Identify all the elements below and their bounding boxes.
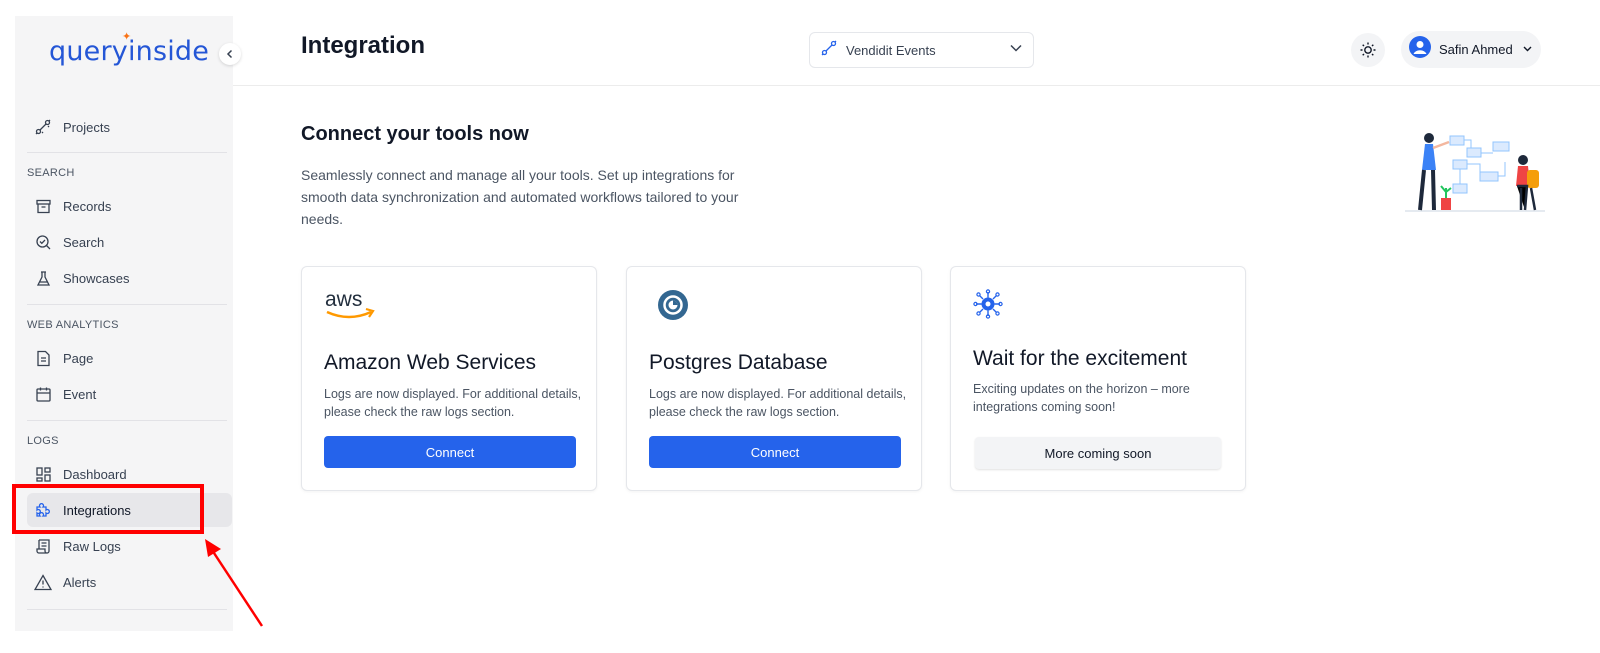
sidebar-item-label: Records [63,198,112,214]
connect-button[interactable]: Connect [649,436,901,468]
sidebar-item-page[interactable]: Page [27,341,232,375]
theme-toggle-button[interactable] [1351,33,1385,67]
sidebar-item-label: Projects [63,119,110,135]
alert-icon [27,573,59,591]
more-coming-soon-button[interactable]: More coming soon [975,437,1221,469]
card-description: Logs are now displayed. For additional d… [649,387,907,419]
chevron-down-icon [1522,41,1533,59]
app-logo[interactable]: queryinside ✦ [49,30,209,67]
project-select-value: Vendidit Events [846,42,936,58]
search-icon [27,234,59,251]
sidebar-item-label: Alerts [63,574,97,590]
section-title-logs: LOGS [27,435,59,447]
annotation-highlight-box [12,484,204,534]
flask-icon [27,270,59,287]
logo-spark-icon: ✦ [122,30,132,43]
card-title: Amazon Web Services [324,351,537,374]
plug-icon [820,39,838,62]
chevron-down-icon [1009,41,1023,60]
card-title: Wait for the excitement [973,347,1187,370]
sidebar-item-projects[interactable]: Projects [27,110,232,144]
scroll-icon [27,538,59,555]
card-title: Postgres Database [649,351,828,374]
card-description: Logs are now displayed. For additional d… [324,387,582,419]
integration-card-postgres: Postgres Database Logs are now displayed… [626,266,922,491]
sidebar-item-label: Dashboard [63,466,127,482]
section-description: Seamlessly connect and manage all your t… [301,167,739,227]
divider [27,420,227,421]
sidebar-item-label: Page [63,350,94,366]
calendar-icon [27,386,59,403]
file-icon [27,350,59,367]
section-heading: Connect your tools now [301,123,529,145]
page-title: Integration [301,32,425,59]
section-title-search: SEARCH [27,167,75,179]
sidebar-item-showcases[interactable]: Showcases [27,261,232,295]
sidebar-item-records[interactable]: Records [27,189,232,223]
divider [27,152,227,153]
sidebar-item-label: Event [63,386,97,402]
user-name: Safin Ahmed [1439,42,1513,57]
divider [27,304,227,305]
card-description: Exciting updates on the horizon – more i… [973,382,1190,414]
top-header: Integration Vendidit Events Safin Ahmed [233,0,1600,86]
section-title-web-analytics: WEB ANALYTICS [27,319,119,331]
archive-icon [27,198,59,215]
sidebar-item-label: Showcases [63,270,130,286]
sun-icon [1360,42,1376,58]
svg-text:aws: aws [325,288,362,311]
dashboard-icon [27,466,59,483]
sidebar-item-label: Search [63,234,105,250]
aws-logo: aws [324,287,378,326]
connect-button[interactable]: Connect [324,436,576,468]
integration-illustration [1405,133,1545,212]
sidebar-item-search[interactable]: Search [27,225,232,259]
annotation-arrow [205,539,264,627]
project-select[interactable]: Vendidit Events [809,32,1034,68]
avatar [1409,36,1431,63]
integration-card-coming-soon: Wait for the excitement Exciting updates… [950,266,1246,491]
sidebar-item-event[interactable]: Event [27,377,232,411]
plug-icon [27,118,59,136]
integration-cog-icon [973,289,1003,324]
sidebar-item-label: Raw Logs [63,538,121,554]
user-menu-button[interactable]: Safin Ahmed [1401,31,1541,68]
postgres-logo [657,289,689,326]
integration-card-aws: aws Amazon Web Services Logs are now dis… [301,266,597,491]
